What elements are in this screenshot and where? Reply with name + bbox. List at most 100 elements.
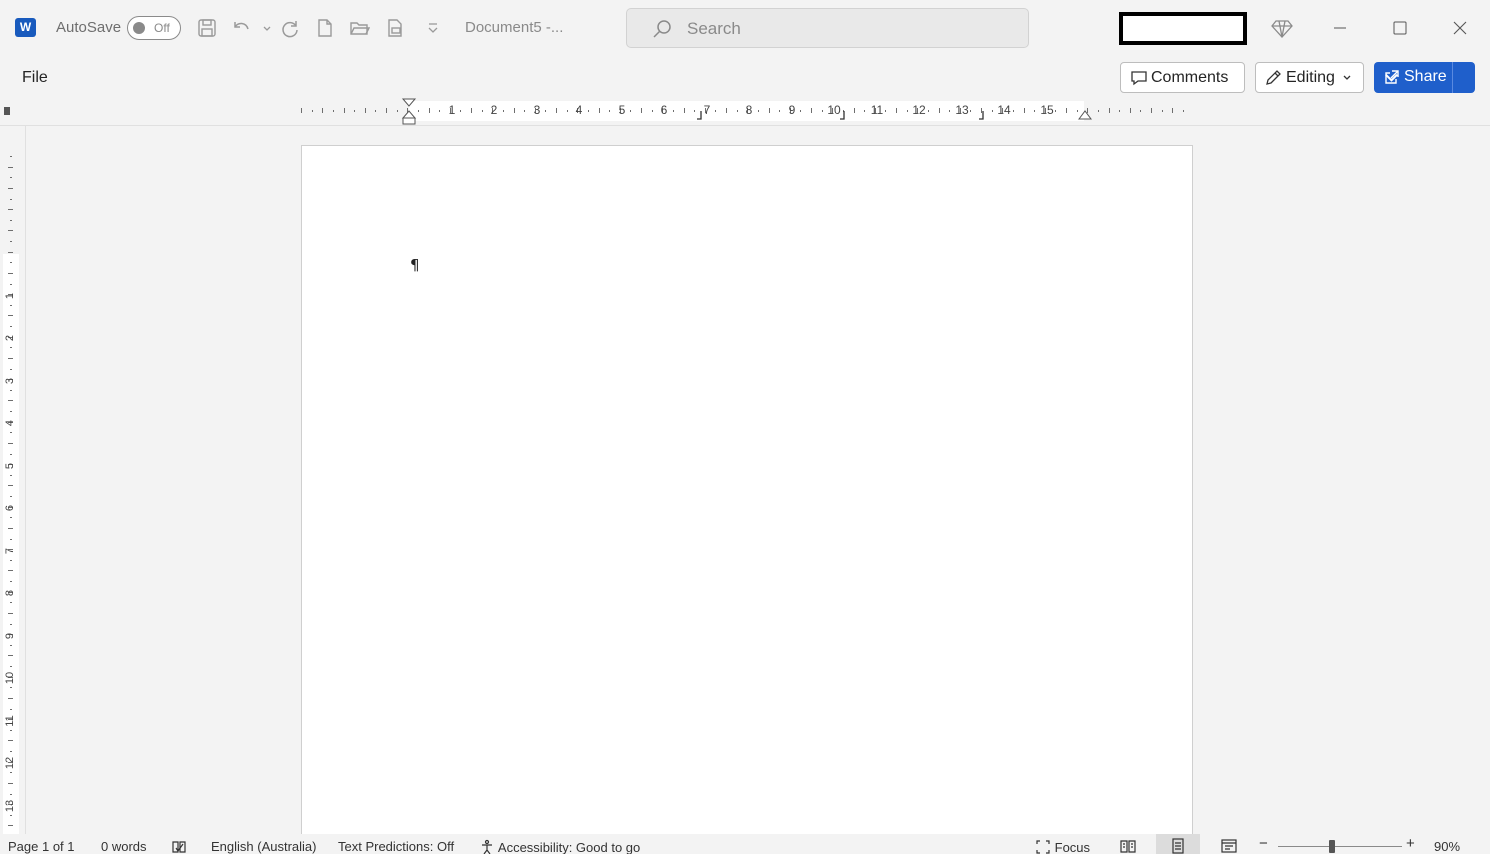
account-area[interactable] <box>1119 12 1247 45</box>
word-count[interactable]: 0 words <box>101 839 147 854</box>
ruler-tick <box>460 110 461 112</box>
print-preview-icon[interactable] <box>384 17 408 39</box>
editing-mode-button[interactable]: Editing <box>1255 62 1364 93</box>
minimize-button[interactable] <box>1317 12 1363 44</box>
zoom-out-icon[interactable]: − <box>1259 835 1268 852</box>
ruler-tick <box>10 709 12 710</box>
ruler-tick <box>545 110 546 112</box>
ruler-tick <box>322 108 323 113</box>
customize-toolbar-icon[interactable] <box>422 17 438 39</box>
ruler-tick <box>10 645 12 646</box>
ruler-tick <box>10 560 12 561</box>
premium-diamond-icon[interactable] <box>1270 16 1294 40</box>
ruler-tick <box>365 108 366 113</box>
editing-label: Editing <box>1286 69 1335 86</box>
web-layout-icon <box>1221 839 1237 853</box>
ruler-tick <box>482 110 483 112</box>
open-folder-icon[interactable] <box>348 17 372 39</box>
page-count[interactable]: Page 1 of 1 <box>8 839 75 854</box>
ruler-tick <box>769 108 770 113</box>
save-icon[interactable] <box>196 17 220 39</box>
share-button[interactable]: Share <box>1374 62 1475 93</box>
search-box[interactable]: Search <box>626 8 1029 48</box>
language[interactable]: English (Australia) <box>211 839 317 854</box>
autosave-toggle[interactable]: Off <box>127 16 181 40</box>
ruler-tick <box>8 613 13 614</box>
ruler-number: 2 <box>4 334 16 342</box>
accessibility-label: Accessibility: Good to go <box>497 840 641 854</box>
maximize-button[interactable] <box>1377 12 1423 44</box>
ruler-tick <box>10 666 12 667</box>
ruler-number: 1 <box>4 292 16 300</box>
vertical-ruler[interactable]: 1 2 3 4 5 6 7 8 9 10 11 12 13 <box>0 126 26 834</box>
ruler-tick <box>10 624 12 625</box>
undo-icon[interactable] <box>230 17 254 39</box>
tab-stop-icon[interactable] <box>978 111 988 121</box>
ruler-tick <box>8 528 13 529</box>
ruler-tick <box>333 110 334 112</box>
share-dropdown-icon[interactable] <box>1383 69 1400 86</box>
document-page[interactable]: ¶ <box>301 145 1193 845</box>
comment-icon <box>1131 71 1147 86</box>
ruler-number: 8 <box>4 589 16 597</box>
tab-file[interactable]: File <box>22 69 48 87</box>
ruler-tick <box>10 454 12 455</box>
ruler-tick <box>1119 110 1120 112</box>
ruler-tick <box>1172 108 1173 113</box>
text-predictions[interactable]: Text Predictions: Off <box>338 839 454 854</box>
proofing-icon[interactable] <box>171 839 187 854</box>
tab-selector[interactable] <box>4 107 10 115</box>
share-label: Share <box>1404 68 1447 85</box>
horizontal-ruler[interactable]: 1 2 3 4 5 6 7 8 9 10 11 12 13 14 15 <box>0 98 1490 126</box>
pencil-icon <box>1266 70 1281 85</box>
comments-button[interactable]: Comments <box>1120 62 1245 93</box>
focus-icon <box>1036 840 1050 854</box>
ruler-number: 8 <box>745 103 753 117</box>
right-indent-marker-icon[interactable] <box>1077 108 1093 120</box>
read-mode-icon <box>1120 840 1136 853</box>
ruler-tick <box>514 108 515 113</box>
print-layout-button[interactable] <box>1156 834 1200 854</box>
ruler-tick <box>344 108 345 113</box>
autosave-state: Off <box>154 21 170 35</box>
ruler-tick <box>8 825 13 826</box>
tab-stop-icon[interactable] <box>839 111 849 121</box>
ruler-number: 14 <box>997 103 1011 117</box>
ruler-tick <box>10 220 12 221</box>
ruler-tick <box>1055 110 1056 112</box>
new-document-icon[interactable] <box>314 17 338 39</box>
zoom-in-icon[interactable]: + <box>1406 835 1415 852</box>
zoom-level[interactable]: 90% <box>1434 839 1460 854</box>
read-mode-button[interactable] <box>1106 834 1150 854</box>
ruler-tick <box>10 262 12 263</box>
word-logo-icon: W <box>15 18 36 37</box>
ruler-number: 5 <box>618 103 626 117</box>
ruler-tick <box>8 740 13 741</box>
ruler-tick <box>397 110 398 112</box>
ruler-number: 1 <box>448 103 456 117</box>
ruler-tick <box>10 326 12 327</box>
ruler-number: 13 <box>955 103 969 117</box>
ruler-number: 4 <box>575 103 583 117</box>
ruler-tick <box>896 108 897 113</box>
undo-dropdown-icon[interactable] <box>256 17 271 39</box>
redo-icon[interactable] <box>279 17 303 39</box>
toggle-knob <box>133 22 145 34</box>
indent-marker-icon[interactable] <box>400 98 418 126</box>
accessibility-status[interactable]: Accessibility: Good to go <box>479 839 640 854</box>
document-title[interactable]: Document5 -... <box>465 19 563 36</box>
ruler-tick <box>652 110 653 112</box>
focus-button[interactable]: Focus <box>1035 839 1090 854</box>
ruler-tick <box>10 751 12 752</box>
zoom-slider-thumb[interactable] <box>1329 840 1335 853</box>
zoom-slider-track[interactable] <box>1278 846 1402 847</box>
close-button[interactable] <box>1437 12 1483 44</box>
tab-stop-icon[interactable] <box>696 111 706 121</box>
ruler-number: 11 <box>4 715 16 727</box>
web-layout-button[interactable] <box>1207 834 1251 854</box>
ruler-tick <box>10 199 12 200</box>
ruler-tick <box>8 443 13 444</box>
ruler-number: 9 <box>4 632 16 640</box>
ruler-number: 15 <box>1040 103 1054 117</box>
ruler-tick <box>524 110 525 112</box>
